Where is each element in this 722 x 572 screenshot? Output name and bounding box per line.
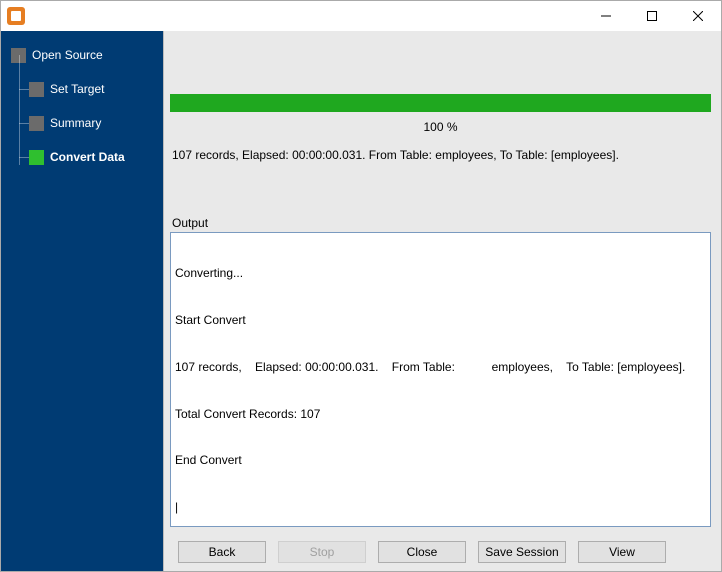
step-icon [29, 82, 44, 97]
output-line: Converting... [175, 266, 706, 282]
sidebar-item-label: Set Target [50, 82, 104, 96]
output-line: Total Convert Records: 107 [175, 407, 706, 423]
sidebar-item-set-target[interactable]: Set Target [1, 75, 163, 103]
main-content: 100 % 107 records, Elapsed: 00:00:00.031… [163, 31, 721, 533]
sidebar-item-label: Convert Data [50, 150, 125, 164]
titlebar [1, 1, 721, 31]
text-cursor [175, 500, 706, 516]
output-line: Start Convert [175, 313, 706, 329]
sidebar-item-summary[interactable]: Summary [1, 109, 163, 137]
minimize-button[interactable] [583, 1, 629, 31]
close-button[interactable]: Close [378, 541, 466, 563]
spacer [170, 162, 711, 216]
window-controls [583, 1, 721, 31]
main: 100 % 107 records, Elapsed: 00:00:00.031… [163, 31, 721, 571]
view-button[interactable]: View [578, 541, 666, 563]
sidebar-item-open-source[interactable]: Open Source [1, 41, 163, 69]
progress-area: 100 % [170, 39, 711, 148]
titlebar-left [1, 7, 25, 25]
step-icon [29, 116, 44, 131]
step-icon [29, 150, 44, 165]
sidebar-item-label: Open Source [32, 48, 103, 62]
window: Open Source Set Target Summary Convert D… [0, 0, 722, 572]
back-button[interactable]: Back [178, 541, 266, 563]
progress-bar [170, 94, 711, 112]
progress-percent: 100 % [170, 112, 711, 148]
status-line: 107 records, Elapsed: 00:00:00.031. From… [170, 148, 711, 162]
output-label: Output [170, 216, 711, 232]
output-line: End Convert [175, 453, 706, 469]
output-textarea[interactable]: Converting... Start Convert 107 records,… [170, 232, 711, 527]
maximize-button[interactable] [629, 1, 675, 31]
app-icon [7, 7, 25, 25]
output-line: 107 records, Elapsed: 00:00:00.031. From… [175, 360, 706, 376]
close-window-button[interactable] [675, 1, 721, 31]
save-session-button[interactable]: Save Session [478, 541, 566, 563]
sidebar-item-convert-data[interactable]: Convert Data [1, 143, 163, 171]
sidebar: Open Source Set Target Summary Convert D… [1, 31, 163, 571]
button-row: Back Stop Close Save Session View [163, 533, 721, 571]
body: Open Source Set Target Summary Convert D… [1, 31, 721, 571]
stop-button: Stop [278, 541, 366, 563]
sidebar-item-label: Summary [50, 116, 101, 130]
